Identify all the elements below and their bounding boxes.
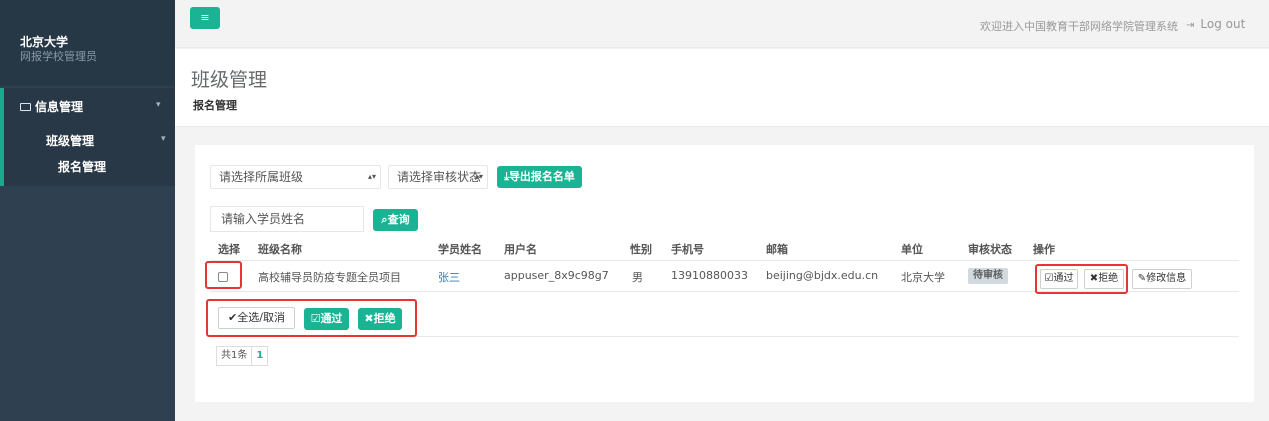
profile: 北京大学 网报学校管理员: [0, 0, 175, 86]
search-label: 查询: [387, 213, 410, 226]
hamburger-icon: ≡: [200, 11, 210, 24]
sidebar-item-info[interactable]: 信息管理 ▾: [20, 98, 170, 114]
sort-arrows-icon: ▴▾: [474, 172, 483, 181]
status-select-value: 请选择审核状态: [397, 170, 482, 184]
menu-toggle-button[interactable]: ≡: [190, 7, 220, 29]
cell-class-name: 高校辅导员防疫专题全员项目: [258, 271, 401, 284]
row-edit-label: 修改信息: [1146, 273, 1187, 284]
col-header-email: 邮箱: [766, 243, 788, 256]
col-header-class: 班级名称: [258, 243, 302, 256]
edit-icon: ✎: [1137, 273, 1147, 284]
nav-group-info: 信息管理 ▾ 班级管理 ▾ 报名管理: [0, 88, 175, 186]
col-header-phone: 手机号: [671, 243, 704, 256]
cell-unit: 北京大学: [901, 271, 945, 284]
sort-arrows-icon: ▴▾: [367, 172, 376, 181]
highlight-box-row-actions: [1035, 264, 1128, 294]
page-title: 班级管理: [191, 69, 268, 91]
page-1-button[interactable]: 1: [251, 347, 267, 365]
sidebar: 北京大学 网报学校管理员 信息管理 ▾ 班级管理 ▾ 报名管理: [0, 0, 175, 421]
user-role: 网报学校管理员: [20, 50, 97, 63]
topbar: ≡ 欢迎进入中国教育干部网络学院管理系统 ⇥ Log out: [175, 0, 1269, 48]
status-select[interactable]: 请选择审核状态 ▴▾: [388, 165, 488, 189]
sidebar-item-class[interactable]: 班级管理: [46, 132, 94, 149]
welcome-text: 欢迎进入中国教育干部网络学院管理系统: [980, 20, 1178, 33]
highlight-box-checkbox: [205, 261, 242, 289]
cell-student-link[interactable]: 张三: [438, 269, 460, 285]
export-button[interactable]: ⤓导出报名名单: [497, 166, 582, 188]
chevron-down-icon: ▾: [161, 134, 166, 144]
sidebar-item-enrollment-label: 报名管理: [58, 160, 107, 174]
table-divider: [210, 260, 1239, 261]
col-header-actions: 操作: [1033, 243, 1055, 256]
search-button[interactable]: ⌕查询: [373, 209, 418, 231]
student-name-placeholder: 请输入学员姓名: [221, 212, 306, 226]
pagination: 共1条 1: [216, 346, 269, 366]
col-header-unit: 单位: [901, 243, 923, 256]
sidebar-item-class-label: 班级管理: [46, 134, 95, 148]
class-select[interactable]: 请选择所属班级 ▴▾: [210, 165, 381, 189]
logout-label: Log out: [1200, 17, 1246, 31]
row-edit-button[interactable]: ✎修改信息: [1132, 269, 1192, 289]
cell-email: beijing@bjdx.edu.cn: [766, 269, 879, 282]
pagination-total: 共1条: [221, 350, 248, 361]
col-header-student: 学员姓名: [438, 243, 482, 256]
cell-username: appuser_8x9c98g7: [504, 269, 609, 282]
highlight-box-bulk-actions: [206, 299, 417, 337]
keyboard-icon: [20, 103, 31, 111]
logout-link[interactable]: ⇥ Log out: [1186, 17, 1245, 31]
sidebar-item-info-label: 信息管理: [35, 100, 84, 114]
col-header-gender: 性别: [630, 243, 652, 256]
breadcrumb: 报名管理: [193, 99, 237, 112]
cell-phone: 13910880033: [671, 269, 748, 282]
student-name-input[interactable]: 请输入学员姓名: [210, 206, 364, 232]
content-card: 请选择所属班级 ▴▾ 请选择审核状态 ▴▾ ⤓导出报名名单 请输入学员姓名 ⌕查…: [195, 145, 1254, 402]
col-header-select: 选择: [218, 243, 240, 256]
chevron-down-icon: ▾: [156, 100, 161, 110]
sidebar-item-enrollment[interactable]: 报名管理: [58, 158, 106, 175]
col-header-status: 审核状态: [968, 243, 1012, 256]
class-select-value: 请选择所属班级: [219, 170, 304, 184]
export-label: 导出报名名单: [508, 170, 575, 183]
sign-out-icon: ⇥: [1186, 20, 1195, 31]
status-badge: 待审核: [968, 268, 1008, 284]
cell-gender: 男: [632, 271, 643, 284]
page-heading: 班级管理 报名管理: [175, 49, 1269, 127]
col-header-username: 用户名: [504, 243, 537, 256]
